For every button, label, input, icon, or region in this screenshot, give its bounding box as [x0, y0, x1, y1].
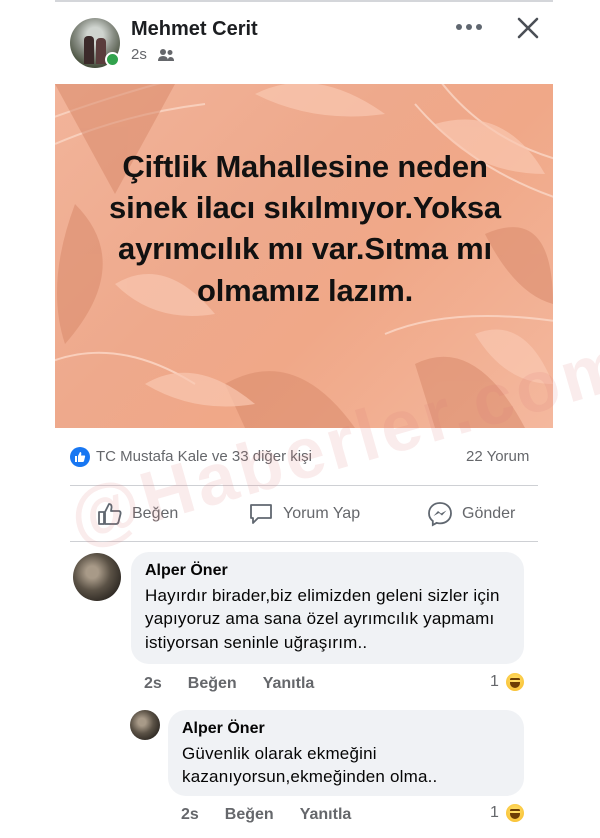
- comment-count[interactable]: 22 Yorum: [466, 448, 529, 465]
- comment-actions: 2s Beğen Yanıtla: [181, 806, 351, 824]
- comment-actions: 2s Beğen Yanıtla: [144, 675, 314, 693]
- comment-reaction-count: 1: [490, 673, 499, 690]
- comment-button-label: Yorum Yap: [283, 505, 361, 522]
- divider: [70, 541, 538, 542]
- comment-reactions[interactable]: 1: [490, 803, 525, 823]
- commenter-avatar[interactable]: [130, 710, 160, 740]
- comment-bubble: Alper Öner Güvenlik olarak ekmeğini kaza…: [168, 710, 524, 796]
- commenter-name[interactable]: Alper Öner: [182, 720, 510, 738]
- post-image-text: Çiftlik Mahallesine neden sinek ilacı sı…: [109, 149, 501, 308]
- post-meta: 2s: [131, 46, 175, 63]
- comment-text: Hayırdır birader,biz elimizden geleni si…: [145, 586, 500, 652]
- comment-time[interactable]: 2s: [144, 675, 162, 693]
- thumbs-up-icon: [75, 452, 86, 462]
- online-status-icon: [105, 52, 120, 67]
- comment-like-button[interactable]: Beğen: [225, 806, 274, 824]
- friends-icon: [157, 48, 174, 61]
- thumbs-up-icon: [98, 503, 122, 525]
- comment-icon: [250, 504, 272, 524]
- top-divider: [55, 0, 553, 2]
- like-reaction-icon[interactable]: [70, 447, 90, 467]
- haha-reaction-icon: [504, 803, 525, 823]
- haha-reaction-icon: [504, 672, 525, 692]
- send-button[interactable]: Gönder: [427, 500, 515, 528]
- comment-button[interactable]: Yorum Yap: [248, 500, 360, 528]
- comment-time[interactable]: 2s: [181, 806, 199, 824]
- comment-reply-button[interactable]: Yanıtla: [263, 675, 315, 693]
- comment-reaction-count: 1: [490, 804, 499, 821]
- comment-like-button[interactable]: Beğen: [188, 675, 237, 693]
- send-button-label: Gönder: [462, 505, 516, 522]
- like-button-label: Beğen: [132, 505, 179, 522]
- commenter-name[interactable]: Alper Öner: [145, 562, 510, 580]
- post-time[interactable]: 2s: [131, 46, 147, 63]
- commenter-avatar[interactable]: [73, 553, 121, 601]
- comment-reply-button[interactable]: Yanıtla: [300, 806, 352, 824]
- reactors-summary[interactable]: TC Mustafa Kale ve 33 diğer kişi: [96, 448, 312, 465]
- messenger-icon: [428, 502, 452, 527]
- comment-reactions[interactable]: 1: [490, 672, 525, 692]
- divider: [70, 485, 538, 486]
- close-icon[interactable]: [516, 16, 540, 40]
- comment-text: Güvenlik olarak ekmeğini kazanıyorsun,ek…: [182, 744, 438, 787]
- comment-bubble: Alper Öner Hayırdır birader,biz elimizde…: [131, 552, 524, 664]
- like-button[interactable]: Beğen: [97, 500, 178, 528]
- post-image[interactable]: Çiftlik Mahallesine neden sinek ilacı sı…: [55, 84, 553, 428]
- more-options-icon[interactable]: [456, 20, 482, 34]
- author-name[interactable]: Mehmet Cerit: [131, 18, 258, 41]
